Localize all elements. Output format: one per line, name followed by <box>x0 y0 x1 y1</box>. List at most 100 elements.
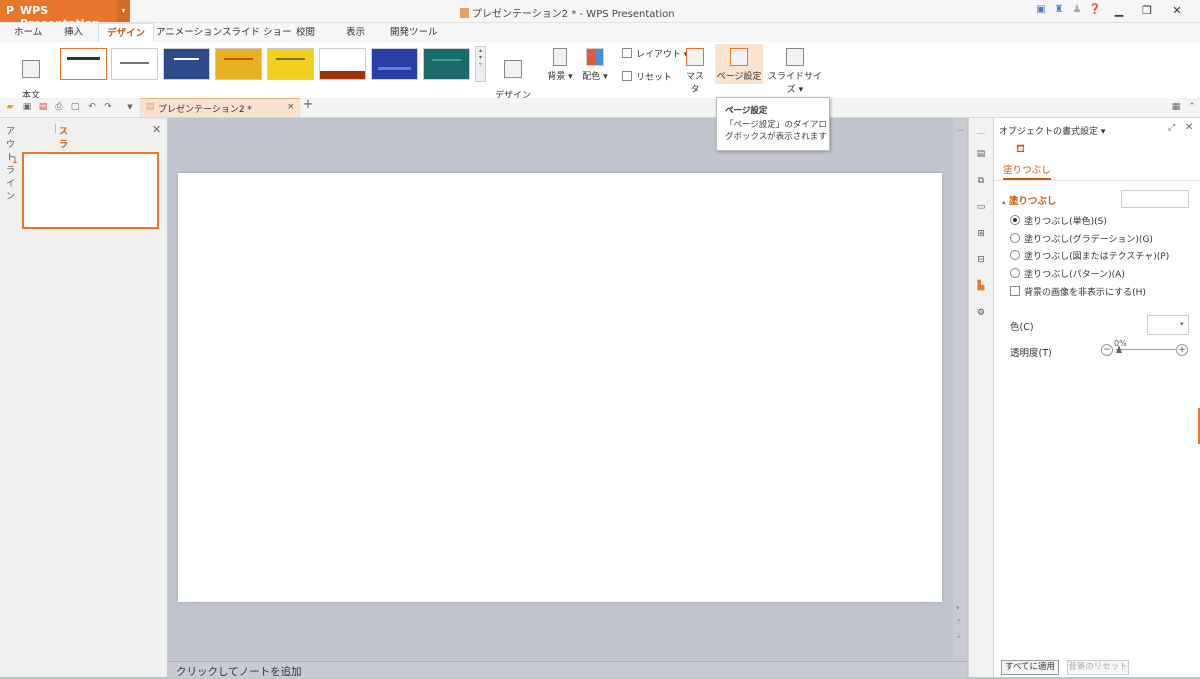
background-icon <box>553 48 567 66</box>
quick-access-bar: ▰ ▣ ▤ ⎙ ▢ ↶ ↷ ▼ ▤ プレゼンテーション2 * × + ▦ ⌃ <box>0 98 1200 118</box>
theme-thumbnail-5[interactable] <box>267 48 314 80</box>
background-label: 背景 ▾ <box>547 72 573 82</box>
shirt-icon[interactable]: ♜ <box>1052 3 1066 17</box>
layout-button[interactable]: レイアウト ▾ <box>622 47 688 60</box>
save-icon[interactable]: ▣ <box>21 101 33 113</box>
color-label: 色(C) <box>1010 322 1034 333</box>
format-object-icon[interactable]: ▙ <box>975 280 987 292</box>
theme-thumbnail-3[interactable] <box>163 48 210 80</box>
close-icon[interactable]: ✕ <box>1185 122 1193 133</box>
reset-label: リセット <box>636 73 673 83</box>
grid-panel-icon[interactable]: ⊟ <box>975 254 987 266</box>
collab-icon[interactable]: ▦ <box>1170 101 1182 113</box>
slide-number: 1 <box>12 156 18 166</box>
theme-thumbnail-8[interactable] <box>423 48 470 80</box>
transparency-increase-button[interactable]: + <box>1176 344 1188 356</box>
redo-icon[interactable]: ↷ <box>102 101 114 113</box>
hide-bg-checkbox[interactable] <box>1010 286 1020 296</box>
slide-size-label: スライドサイズ ▾ <box>767 72 822 95</box>
fill-preview-box <box>1121 190 1189 208</box>
slide[interactable] <box>178 173 942 602</box>
scroll-up-icon[interactable]: — <box>957 126 964 134</box>
layout-panel-icon[interactable]: ⊞ <box>975 228 987 240</box>
app-menu-dropdown-icon[interactable]: ▾ <box>117 0 130 22</box>
close-button[interactable]: ✕ <box>1164 1 1190 21</box>
template-icon <box>22 60 40 78</box>
fill-pattern-option[interactable]: 塗りつぶし(パターン)(A) <box>1010 267 1125 280</box>
select-objects-icon[interactable]: ⧉ <box>975 175 987 187</box>
document-tab[interactable]: ▤ プレゼンテーション2 * × <box>140 98 300 117</box>
transparency-decrease-button[interactable]: − <box>1101 344 1113 356</box>
chevron-down-icon: ▾ <box>1180 320 1184 328</box>
theme-thumbnail-6[interactable] <box>319 48 366 80</box>
radio-gradient[interactable] <box>1010 233 1020 243</box>
strip-collapse-icon[interactable]: — <box>975 128 987 140</box>
tab-insert[interactable]: 挿入 <box>56 23 91 42</box>
restore-button[interactable]: ❐ <box>1134 1 1160 21</box>
open-icon[interactable]: ▰ <box>4 101 16 113</box>
master-button[interactable]: マスタ <box>683 48 707 95</box>
transparency-value: 0% <box>1114 339 1127 348</box>
tab-review[interactable]: 校閲 <box>288 23 323 42</box>
window-title-text: プレゼンテーション2 * - WPS Presentation <box>472 9 675 20</box>
radio-pattern[interactable] <box>1010 268 1020 278</box>
pane-title[interactable]: オブジェクトの書式設定 ▾ <box>999 124 1105 137</box>
settings-panel-icon[interactable]: ⚙ <box>975 307 987 319</box>
tab-slideshow[interactable]: スライド ショー <box>214 23 300 42</box>
radio-solid[interactable] <box>1010 215 1020 225</box>
transparency-slider[interactable] <box>1116 345 1176 353</box>
next-slide-icon[interactable]: ⇣ <box>956 632 962 640</box>
pin-icon[interactable]: ⤢ <box>1168 123 1175 133</box>
minimize-button[interactable]: ▁ <box>1106 1 1132 21</box>
hide-background-graphics-option[interactable]: 背景の画像を非表示にする(H) <box>1010 285 1146 298</box>
export-pdf-icon[interactable]: ▤ <box>37 101 49 113</box>
tab-fill[interactable]: 塗りつぶし <box>1003 162 1051 180</box>
user-icon[interactable]: ♟ <box>1070 3 1084 17</box>
customize-dropdown-icon[interactable]: ▼ <box>124 101 136 113</box>
undo-icon[interactable]: ↶ <box>86 101 98 113</box>
ribbon-toggle-icon[interactable]: ⌃ <box>1186 101 1198 113</box>
fill-bucket-icon: ⛾ <box>1016 142 1025 155</box>
page-setup-button[interactable]: ページ設定 <box>715 44 763 84</box>
document-tab-close-icon[interactable]: × <box>287 102 295 112</box>
radio-picture[interactable] <box>1010 250 1020 260</box>
fill-gradient-option[interactable]: 塗りつぶし(グラデーション)(G) <box>1010 232 1153 245</box>
scroll-down-icon[interactable]: ▾ <box>956 604 960 612</box>
fill-solid-option[interactable]: 塗りつぶし(単色)(S) <box>1010 214 1107 227</box>
tab-home[interactable]: ホーム <box>6 23 50 42</box>
slide-size-button[interactable]: スライドサイズ ▾ <box>766 48 824 95</box>
close-icon[interactable]: ✕ <box>152 123 161 136</box>
apply-to-all-button[interactable]: すべてに適用 <box>1001 660 1059 675</box>
task-pane-icon-strip: — ▤ ⧉ ▭ ⊞ ⊟ ▙ ⚙ <box>968 118 993 677</box>
help-icon[interactable]: ❓ <box>1088 3 1102 17</box>
vertical-scrollbar[interactable]: — ▾ ⇡ ⇣ <box>953 118 967 661</box>
theme-thumbnail-7[interactable] <box>371 48 418 80</box>
document-tab-label: プレゼンテーション2 * <box>158 105 252 115</box>
tab-developer[interactable]: 開発ツール <box>382 23 446 42</box>
fill-picture-option[interactable]: 塗りつぶし(図またはテクスチャ)(P) <box>1010 249 1169 262</box>
backup-icon[interactable]: ▭ <box>975 201 987 213</box>
tab-view[interactable]: 表示 <box>338 23 373 42</box>
theme-thumbnail-1[interactable] <box>60 48 107 80</box>
skin-icon[interactable]: ▣ <box>1034 3 1048 17</box>
color-dropdown[interactable]: ▾ <box>1147 315 1189 335</box>
fill-section-header[interactable]: ▴ 塗りつぶし <box>1002 193 1056 207</box>
slide-canvas: — ▾ ⇡ ⇣ <box>168 118 967 661</box>
new-document-icon[interactable]: ▤ <box>975 148 987 160</box>
color-scheme-icon <box>586 48 604 66</box>
notes-pane[interactable]: クリックしてノートを追加 <box>168 661 967 678</box>
new-tab-button[interactable]: + <box>302 98 314 111</box>
prev-slide-icon[interactable]: ⇡ <box>956 618 962 626</box>
color-scheme-button[interactable]: 配色 ▾ <box>580 48 610 82</box>
app-menu-button[interactable]: P WPS Presentation ▾ <box>0 0 130 30</box>
theme-thumbnail-2[interactable] <box>111 48 158 80</box>
slide-thumbnail[interactable] <box>22 152 159 229</box>
background-button[interactable]: 背景 ▾ <box>546 48 574 82</box>
theme-gallery-scroll[interactable]: ▴ ▾ ▿ <box>475 46 486 82</box>
print-icon[interactable]: ⎙ <box>53 101 65 113</box>
reset-background-button[interactable]: 背景のリセット <box>1067 660 1129 675</box>
print-preview-icon[interactable]: ▢ <box>69 101 81 113</box>
tab-design[interactable]: デザイン <box>98 23 155 43</box>
theme-thumbnail-4[interactable] <box>215 48 262 80</box>
reset-button[interactable]: リセット <box>622 70 672 83</box>
